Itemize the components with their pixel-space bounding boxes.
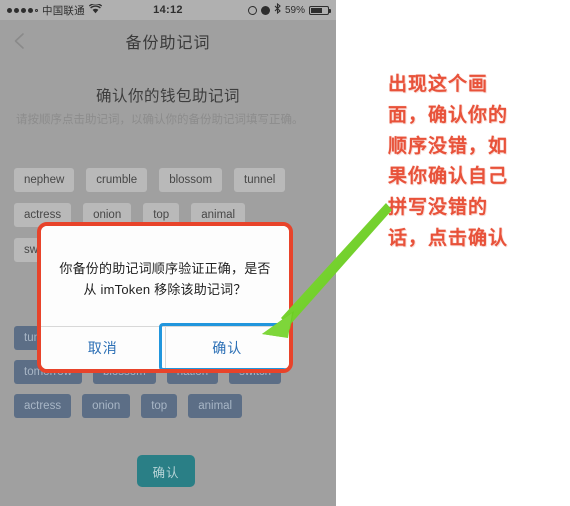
word-chip[interactable]: blossom <box>159 168 223 192</box>
selected-word-chip[interactable]: onion <box>82 394 131 418</box>
annotation-line: 面，确认你的 <box>388 104 509 126</box>
selected-word-row: actress onion top animal <box>14 394 324 418</box>
dialog-confirm-button[interactable]: 确认 <box>166 327 290 369</box>
confirm-button[interactable]: 确认 <box>137 455 195 487</box>
confirm-dialog: 你备份的助记词顺序验证正确，是否从 imToken 移除该助记词？ 取消 确认 <box>41 226 289 369</box>
annotation-line: 果你确认自己 <box>388 166 509 188</box>
annotation-line: 出现这个画 <box>388 74 489 95</box>
back-chevron-icon[interactable] <box>10 31 30 51</box>
word-chip[interactable]: tunnel <box>234 168 286 192</box>
annotation-line: 拼写没错的 <box>388 197 489 219</box>
rotation-lock-icon <box>247 5 257 15</box>
dialog-message: 你备份的助记词顺序验证正确，是否从 imToken 移除该助记词？ <box>59 260 271 297</box>
alarm-icon <box>260 5 270 15</box>
page-subtitle: 请按顺序点击助记词，以确认你的备份助记词填写正确。 <box>16 114 304 126</box>
page-title: 备份助记词 <box>125 35 211 52</box>
status-bar-right: 59% <box>247 2 331 17</box>
dialog-actions: 取消 确认 <box>41 323 290 369</box>
dialog-cancel-button[interactable]: 取消 <box>41 327 165 369</box>
page-heading: 确认你的钱包助记词 <box>95 88 240 105</box>
battery-icon <box>309 5 331 15</box>
annotation-line: 顺序没错，如 <box>388 135 509 157</box>
word-chip[interactable]: crumble <box>86 168 148 192</box>
dialog-red-outline: 你备份的助记词顺序验证正确，是否从 imToken 移除该助记词？ 取消 确认 <box>37 222 293 373</box>
bluetooth-icon <box>274 2 281 17</box>
bluetooth-icon-svg <box>274 2 281 15</box>
selected-word-chip[interactable]: actress <box>14 394 72 418</box>
annotation-line: 话，点击确认 <box>388 227 509 249</box>
battery-percent-label: 59% <box>284 4 305 16</box>
selected-word-chip[interactable]: animal <box>188 394 243 418</box>
annotation-text: 出现这个画 面，确认你的 顺序没错，如 果你确认自己 拼写没错的 话，点击确认 <box>388 70 560 255</box>
phone-screen: 中国联通 14:12 59% 备份助记词 确认你的钱包助记词 请按顺序点击助记词… <box>0 0 336 506</box>
dialog-body: 你备份的助记词顺序验证正确，是否从 imToken 移除该助记词？ <box>41 226 289 326</box>
status-bar: 中国联通 14:12 59% <box>0 0 336 20</box>
word-pool-row: nephew crumble blossom tunnel <box>14 168 324 192</box>
word-chip[interactable]: nephew <box>14 168 75 192</box>
screenshot-root: 中国联通 14:12 59% 备份助记词 确认你的钱包助记词 请按顺序点击助记词… <box>0 0 570 506</box>
selected-word-chip[interactable]: top <box>141 394 178 418</box>
nav-bar: 备份助记词 <box>0 20 336 62</box>
